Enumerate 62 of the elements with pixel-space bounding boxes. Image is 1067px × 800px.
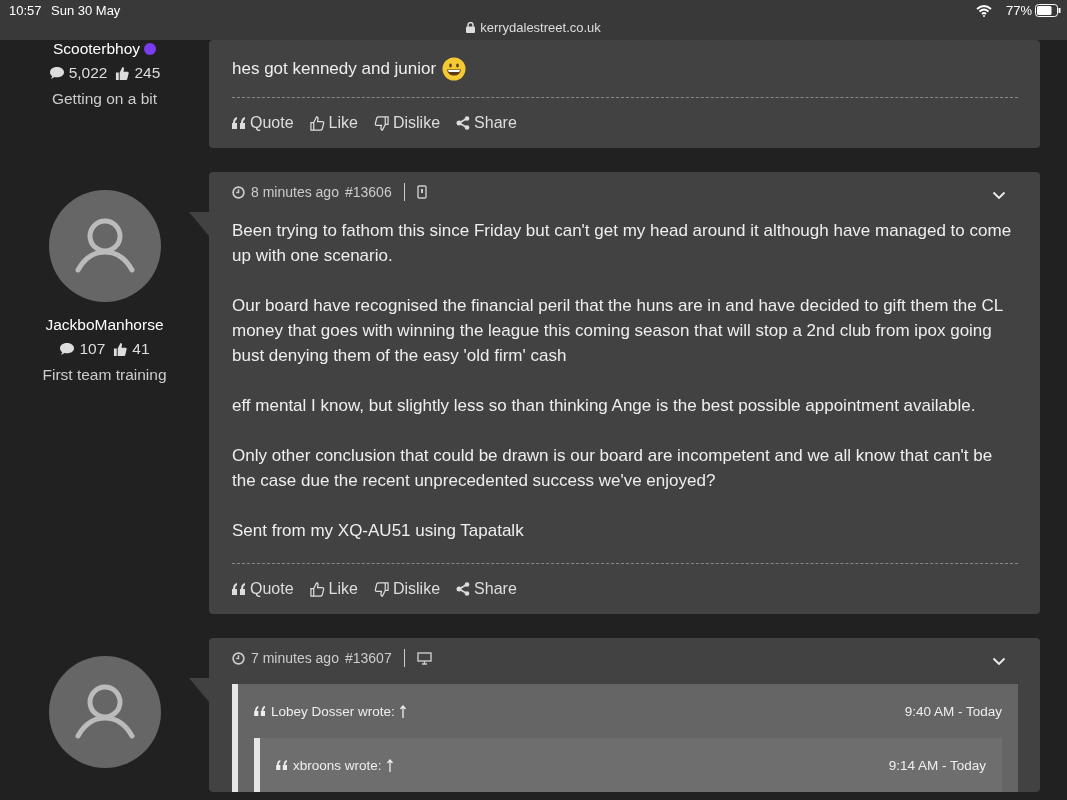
monitor-icon <box>416 651 432 665</box>
user-icon <box>73 684 136 740</box>
grinning-emoji-icon <box>442 56 467 81</box>
url-text[interactable]: kerrydalestreet.co.uk <box>480 20 601 35</box>
share-link[interactable]: Share <box>456 580 517 598</box>
like-link[interactable]: Like <box>309 114 358 132</box>
clock-icon <box>232 651 245 665</box>
thumbs-down-icon <box>373 581 389 597</box>
like-count: 245 <box>115 64 161 82</box>
status-date: Sun 30 May <box>51 3 121 18</box>
thumbs-up-icon <box>309 581 325 597</box>
speech-bubble-icon <box>48 66 65 80</box>
like-link[interactable]: Like <box>309 580 358 598</box>
battery-icon <box>1035 4 1061 17</box>
up-arrow-icon <box>386 758 393 772</box>
quote-time: 9:14 AM - Today <box>888 757 986 773</box>
thumbs-up-icon <box>115 65 131 81</box>
author-name[interactable]: Scooterbhoy <box>53 40 140 58</box>
chevron-down-icon <box>992 190 1006 200</box>
thumbs-up-icon <box>309 115 325 131</box>
battery-percent: 77% <box>1005 3 1032 18</box>
post-count: 107 <box>59 340 106 358</box>
quote-icon <box>254 706 266 716</box>
dislike-link[interactable]: Dislike <box>373 580 441 598</box>
post-paragraph: hes got kennedy and junior <box>232 58 437 80</box>
quote-icon <box>232 583 246 595</box>
thumbs-up-icon <box>113 341 129 357</box>
post-paragraph: Only other conclusion that could be drawn is our board are incompetent and we all know that can't be the case due the recent unprecedented success we've enjoyed? <box>232 445 994 492</box>
post-count: 5,022 <box>48 64 108 82</box>
status-time: 10:57 <box>9 3 42 18</box>
author-name[interactable]: JackboManhorse <box>45 316 164 334</box>
quote-link[interactable]: Quote <box>232 580 294 598</box>
share-icon <box>456 582 471 596</box>
quote-author-link[interactable]: Lobey Dosser wrote: <box>254 703 406 719</box>
speech-bubble-icon <box>59 342 76 356</box>
dislike-link[interactable]: Dislike <box>373 114 441 132</box>
thumbs-down-icon <box>373 115 389 131</box>
post-number-link[interactable]: #13607 <box>344 650 392 666</box>
quote-icon <box>276 760 288 770</box>
member-rank: First team training <box>42 366 167 384</box>
share-icon <box>456 116 471 130</box>
quote-icon <box>232 117 246 129</box>
like-count: 41 <box>113 340 150 358</box>
post-paragraph: Sent from my XQ-AU51 using Tapatalk <box>232 520 525 542</box>
wifi-icon <box>976 5 992 17</box>
post-number-link[interactable]: #13606 <box>344 184 392 200</box>
post-time: 8 minutes ago <box>251 184 339 200</box>
post-paragraph: Been trying to fathom this since Friday but can't get my head around it although have managed to come up with one scenario. <box>232 220 1013 267</box>
member-rank: Getting on a bit <box>51 90 158 108</box>
phone-icon <box>416 185 427 199</box>
quote-link[interactable]: Quote <box>232 114 294 132</box>
lock-icon <box>466 22 476 33</box>
share-link[interactable]: Share <box>456 114 517 132</box>
clock-icon <box>232 185 245 199</box>
post-paragraph: Our board have recognised the financial peril that the huns are in and have decided to gift them the CL money that goes with winning the league this coming season that will stop a 2nd club from ipox going bust denying them of the easy 'old firm' cash <box>232 295 1004 367</box>
chevron-down-icon <box>992 656 1006 666</box>
post-paragraph: eff mental I know, but slightly less so than thinking Ange is the best possible appointment available. <box>232 395 977 417</box>
quote-author-link[interactable]: xbroons wrote: <box>276 757 393 773</box>
up-arrow-icon <box>399 704 406 718</box>
quote-time: 9:40 AM - Today <box>904 703 1002 719</box>
post-time: 7 minutes ago <box>251 650 339 666</box>
user-icon <box>73 218 136 274</box>
